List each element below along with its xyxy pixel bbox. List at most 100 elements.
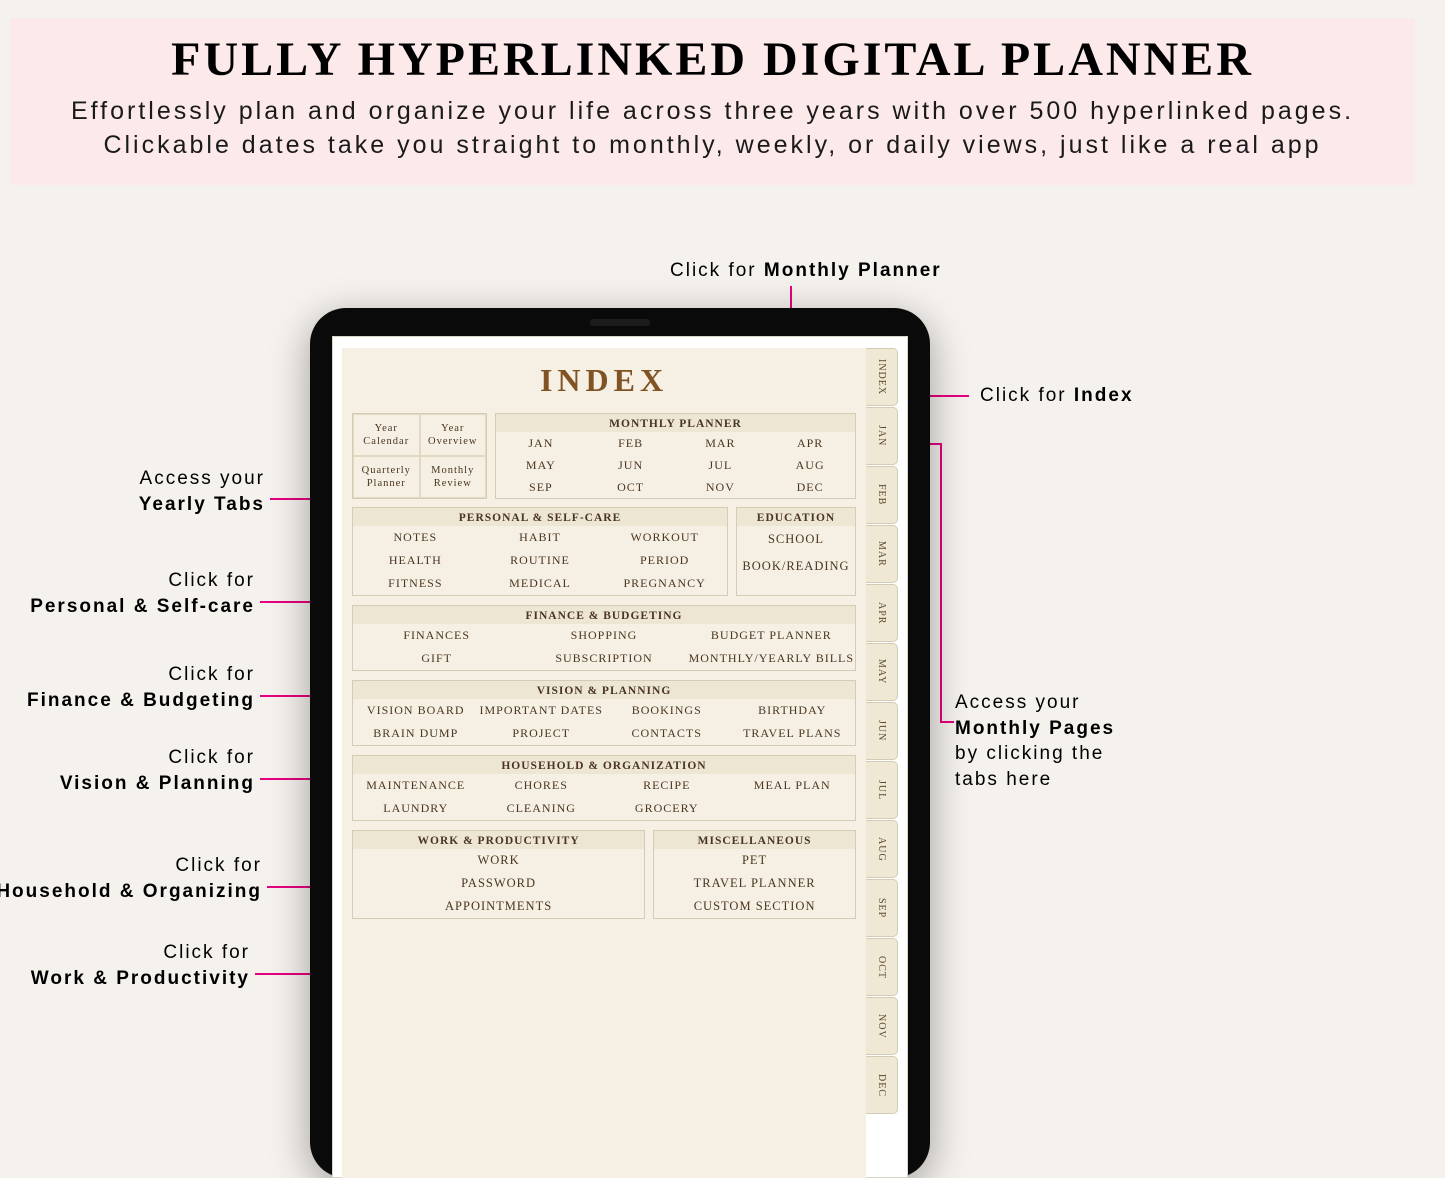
section-link[interactable]: TRAVEL PLANS (730, 722, 856, 745)
section-link[interactable]: MAINTENANCE (353, 774, 479, 797)
tab-aug[interactable]: AUG (866, 820, 898, 878)
yearly-link[interactable]: Year Overview (420, 414, 487, 456)
callout-monthly-planner: Click for Monthly Planner (670, 258, 942, 284)
callout-household: Click forHousehold & Organizing (0, 853, 262, 904)
section-link[interactable]: MEDICAL (478, 572, 603, 595)
section-header: WORK & PRODUCTIVITY (353, 831, 644, 849)
month-link[interactable]: JUN (586, 454, 676, 476)
section-header: FINANCE & BUDGETING (353, 606, 855, 624)
section-link[interactable]: GIFT (353, 647, 520, 670)
monthly-planner-card: MONTHLY PLANNER JAN FEB MAR APR MAY JUN … (495, 413, 856, 499)
section-link[interactable]: HABIT (478, 526, 603, 549)
section-link[interactable]: SCHOOL (737, 526, 855, 553)
section-link[interactable]: CUSTOM SECTION (654, 895, 855, 918)
section-link[interactable]: SHOPPING (520, 624, 687, 647)
section-link[interactable]: SUBSCRIPTION (520, 647, 687, 670)
tab-apr[interactable]: APR (866, 584, 898, 642)
section-header: HOUSEHOLD & ORGANIZATION (353, 756, 855, 774)
month-link[interactable]: AUG (765, 454, 855, 476)
section-link[interactable]: PERIOD (602, 549, 727, 572)
tab-jan[interactable]: JAN (866, 407, 898, 465)
section-link[interactable]: BUDGET PLANNER (688, 624, 855, 647)
section-link[interactable]: MONTHLY/YEARLY BILLS (688, 647, 855, 670)
section-link[interactable]: BRAIN DUMP (353, 722, 479, 745)
callout-personal: Click forPersonal & Self-care (0, 568, 255, 619)
section-link (730, 797, 856, 820)
section-link[interactable]: APPOINTMENTS (353, 895, 644, 918)
tab-nov[interactable]: NOV (866, 997, 898, 1055)
section-link[interactable]: WORKOUT (602, 526, 727, 549)
tab-mar[interactable]: MAR (866, 525, 898, 583)
section-link[interactable]: TRAVEL PLANNER (654, 872, 855, 895)
month-link[interactable]: NOV (676, 476, 766, 498)
tab-index[interactable]: INDEX (866, 348, 898, 406)
section-link[interactable]: MEAL PLAN (730, 774, 856, 797)
side-tabs: INDEX JAN FEB MAR APR MAY JUN JUL AUG SE… (866, 348, 898, 1114)
section-link[interactable]: PASSWORD (353, 872, 644, 895)
callout-monthly-pages: Access yourMonthly Pagesby clicking the … (955, 690, 1155, 793)
yearly-card: Year Calendar Year Overview Quarterly Pl… (352, 413, 487, 499)
section-link[interactable]: BIRTHDAY (730, 699, 856, 722)
section-link[interactable]: PET (654, 849, 855, 872)
section-link[interactable]: FITNESS (353, 572, 478, 595)
section-link[interactable]: PREGNANCY (602, 572, 727, 595)
work-card: WORK & PRODUCTIVITY WORK PASSWORD APPOIN… (352, 830, 645, 919)
section-link[interactable]: GROCERY (604, 797, 730, 820)
callout-work: Click forWork & Productivity (0, 940, 250, 991)
section-header: MONTHLY PLANNER (496, 414, 855, 432)
vision-card: VISION & PLANNING VISION BOARD IMPORTANT… (352, 680, 856, 746)
personal-card: PERSONAL & SELF-CARE NOTES HABIT WORKOUT… (352, 507, 728, 596)
month-link[interactable]: SEP (496, 476, 586, 498)
month-link[interactable]: DEC (765, 476, 855, 498)
month-link[interactable]: FEB (586, 432, 676, 454)
month-link[interactable]: OCT (586, 476, 676, 498)
callout-yearly: Access yourYearly Tabs (25, 466, 265, 517)
tab-feb[interactable]: FEB (866, 466, 898, 524)
tab-may[interactable]: MAY (866, 643, 898, 701)
hero-banner: FULLY HYPERLINKED DIGITAL PLANNER Effort… (10, 18, 1415, 185)
household-card: HOUSEHOLD & ORGANIZATION MAINTENANCE CHO… (352, 755, 856, 821)
section-header: MISCELLANEOUS (654, 831, 855, 849)
yearly-link[interactable]: Year Calendar (353, 414, 420, 456)
tab-dec[interactable]: DEC (866, 1056, 898, 1114)
section-link[interactable]: BOOK/READING (737, 553, 855, 580)
ipad-frame: INDEX Year Calendar Year Overview Quarte… (310, 308, 930, 1178)
section-link[interactable]: WORK (353, 849, 644, 872)
section-link[interactable]: BOOKINGS (604, 699, 730, 722)
month-link[interactable]: APR (765, 432, 855, 454)
section-link[interactable]: NOTES (353, 526, 478, 549)
month-link[interactable]: JAN (496, 432, 586, 454)
tab-sep[interactable]: SEP (866, 879, 898, 937)
yearly-link[interactable]: Quarterly Planner (353, 456, 420, 498)
section-header: PERSONAL & SELF-CARE (353, 508, 727, 526)
hero-title: FULLY HYPERLINKED DIGITAL PLANNER (50, 32, 1375, 87)
section-link[interactable]: CONTACTS (604, 722, 730, 745)
section-link[interactable]: IMPORTANT DATES (479, 699, 605, 722)
planner-page: INDEX Year Calendar Year Overview Quarte… (342, 348, 866, 1178)
section-link[interactable]: HEALTH (353, 549, 478, 572)
month-link[interactable]: MAY (496, 454, 586, 476)
section-link[interactable]: ROUTINE (478, 549, 603, 572)
section-link[interactable]: PROJECT (479, 722, 605, 745)
ipad-screen: INDEX Year Calendar Year Overview Quarte… (332, 336, 908, 1178)
month-link[interactable]: JUL (676, 454, 766, 476)
section-header: VISION & PLANNING (353, 681, 855, 699)
page-title: INDEX (352, 362, 856, 399)
finance-card: FINANCE & BUDGETING FINANCES SHOPPING BU… (352, 605, 856, 671)
tab-oct[interactable]: OCT (866, 938, 898, 996)
yearly-link[interactable]: Monthly Review (420, 456, 487, 498)
callout-vision: Click forVision & Planning (15, 745, 255, 796)
section-link[interactable]: CLEANING (479, 797, 605, 820)
section-link[interactable]: CHORES (479, 774, 605, 797)
section-link[interactable]: LAUNDRY (353, 797, 479, 820)
month-link[interactable]: MAR (676, 432, 766, 454)
section-link[interactable]: FINANCES (353, 624, 520, 647)
section-link[interactable]: RECIPE (604, 774, 730, 797)
section-link[interactable]: VISION BOARD (353, 699, 479, 722)
tab-jul[interactable]: JUL (866, 761, 898, 819)
hero-subtitle: Effortlessly plan and organize your life… (50, 95, 1375, 163)
callout-index: Click for Index (980, 383, 1134, 409)
education-card: EDUCATION SCHOOL BOOK/READING (736, 507, 856, 596)
callout-finance: Click forFinance & Budgeting (0, 662, 255, 713)
tab-jun[interactable]: JUN (866, 702, 898, 760)
